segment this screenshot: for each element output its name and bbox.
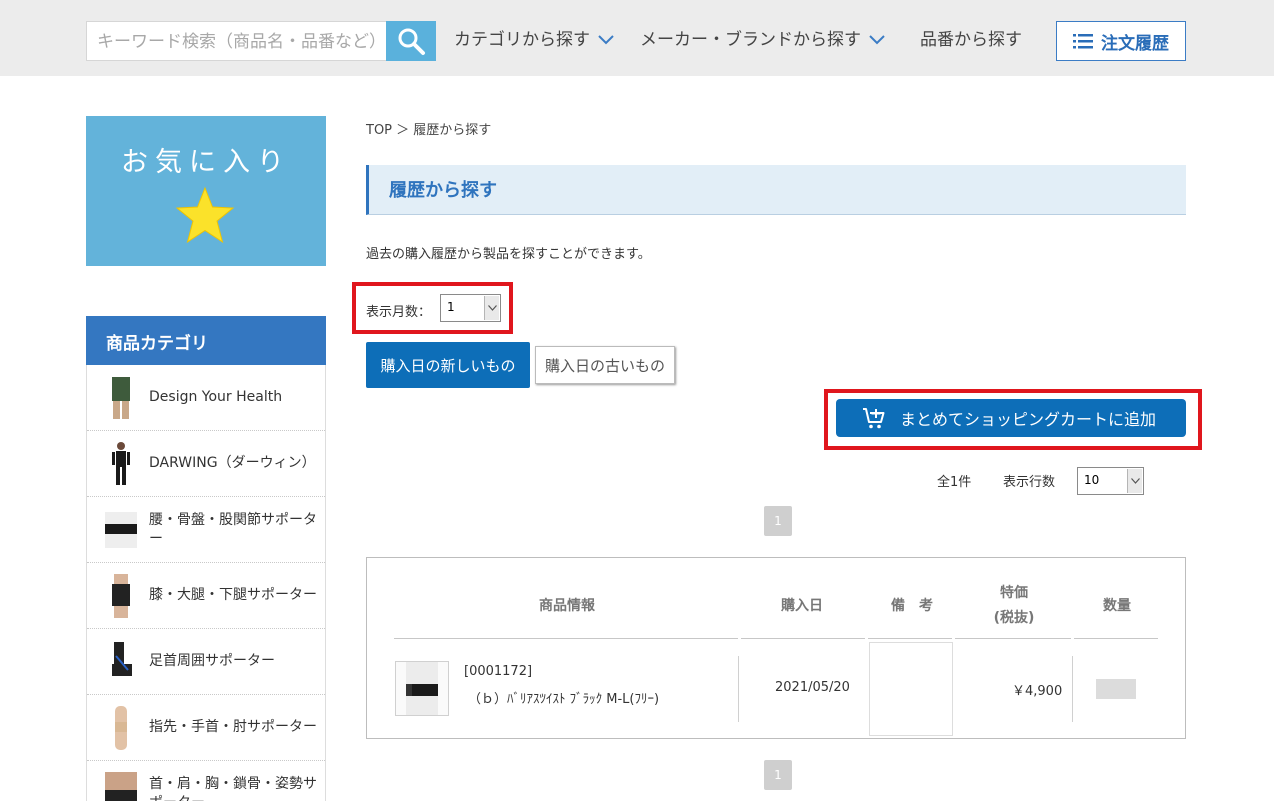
- category-thumbnail: [101, 571, 141, 621]
- category-thumbnail: [101, 373, 141, 423]
- category-thumbnail: [101, 505, 141, 555]
- nav-brand[interactable]: メーカー・ブランドから探す: [640, 28, 885, 52]
- product-thumbnail[interactable]: [395, 661, 449, 716]
- order-history-button[interactable]: 注文履歴: [1056, 21, 1186, 61]
- category-label: 指先・手首・肘サポーター: [149, 719, 317, 735]
- search-button[interactable]: [386, 21, 436, 61]
- chevron-down-icon: [869, 35, 885, 45]
- category-item-ankle[interactable]: 足首周囲サポーター: [87, 629, 325, 695]
- product-name[interactable]: （ｂ）ﾊﾞﾘｱｽﾂｲｽﾄ ﾌﾞﾗｯｸ M-L(ﾌﾘｰ): [468, 688, 659, 707]
- divider: [738, 656, 739, 722]
- rows-per-page-label: 表示行数: [1003, 475, 1056, 490]
- list-icon: [1073, 34, 1093, 49]
- category-label: DARWING（ダーウィン）: [149, 455, 316, 471]
- product-code: [0001172]: [464, 664, 533, 679]
- months-value: 1: [447, 300, 455, 314]
- divider: [1072, 656, 1073, 722]
- header-special-price: 特価: [1000, 585, 1028, 601]
- nav-part-number[interactable]: 品番から探す: [920, 28, 1022, 52]
- pagination-page-1-bottom[interactable]: 1: [764, 760, 792, 790]
- history-table: 商品情報 購入日 備 考 特価 (税抜) 数量 [0001172] （ｂ）ﾊﾞﾘ…: [366, 557, 1186, 739]
- category-thumbnail: [101, 439, 141, 489]
- category-thumbnail: [101, 703, 141, 753]
- header-remarks: 備 考: [891, 598, 933, 614]
- header-product-info: 商品情報: [539, 598, 595, 614]
- category-label: 膝・大腿・下腿サポーター: [149, 587, 317, 603]
- months-label: 表示月数：: [366, 305, 432, 320]
- category-label: 腰・骨盤・股関節サポーター: [149, 511, 317, 547]
- header-special-price-tax: (税抜): [993, 610, 1035, 626]
- category-item-knee[interactable]: 膝・大腿・下腿サポーター: [87, 563, 325, 629]
- remarks-cell: [869, 642, 953, 736]
- dropdown-arrow-icon: [1127, 469, 1142, 493]
- divider: [1074, 638, 1158, 639]
- nav-part-number-label: 品番から探す: [920, 30, 1022, 50]
- quantity-input[interactable]: [1096, 679, 1136, 699]
- category-thumbnail: [101, 769, 141, 801]
- divider: [741, 638, 865, 639]
- purchase-date: 2021/05/20: [775, 680, 850, 695]
- nav-category-label: カテゴリから探す: [454, 30, 590, 50]
- pagination-page-1[interactable]: 1: [764, 506, 792, 536]
- add-all-to-cart-button[interactable]: まとめてショッピングカートに追加: [836, 399, 1186, 437]
- category-item-waist[interactable]: 腰・骨盤・股関節サポーター: [87, 497, 325, 563]
- category-item-design-your-health[interactable]: Design Your Health: [87, 365, 325, 431]
- sort-newest-button[interactable]: 購入日の新しいもの: [366, 342, 530, 388]
- category-item-darwing[interactable]: DARWING（ダーウィン）: [87, 431, 325, 497]
- chevron-down-icon: [598, 35, 614, 45]
- breadcrumb: TOP ＞ 履歴から探す: [366, 123, 492, 138]
- category-label: 足首周囲サポーター: [149, 653, 275, 669]
- header-purchase-date: 購入日: [781, 598, 823, 614]
- category-label: 首・肩・胸・鎖骨・姿勢サポーター: [149, 775, 317, 801]
- sort-oldest-button[interactable]: 購入日の古いもの: [535, 346, 675, 384]
- category-label: Design Your Health: [149, 389, 283, 405]
- total-count: 全1件: [937, 475, 972, 490]
- page-title-bar: 履歴から探す: [366, 165, 1186, 215]
- category-item-wrist[interactable]: 指先・手首・肘サポーター: [87, 695, 325, 761]
- order-history-label: 注文履歴: [1101, 33, 1169, 54]
- divider: [955, 638, 1071, 639]
- category-thumbnail: [101, 637, 141, 687]
- add-to-cart-label: まとめてショッピングカートに追加: [900, 410, 1157, 429]
- divider: [868, 638, 952, 639]
- special-price: ￥4,900: [1012, 684, 1063, 699]
- category-item-neck[interactable]: 首・肩・胸・鎖骨・姿勢サポーター: [87, 761, 325, 801]
- nav-category[interactable]: カテゴリから探す: [454, 28, 614, 52]
- rows-per-page-select[interactable]: 10: [1077, 467, 1144, 495]
- star-icon: [175, 186, 235, 244]
- category-heading: 商品カテゴリ: [86, 316, 326, 365]
- search-input[interactable]: キーワード検索（商品名・品番など）: [86, 21, 386, 61]
- search-icon: [398, 28, 425, 55]
- favorites-title: お気に入り: [121, 147, 291, 178]
- nav-brand-label: メーカー・ブランドから探す: [640, 30, 861, 50]
- months-select[interactable]: 1: [440, 294, 501, 322]
- favorites-banner[interactable]: お気に入り: [86, 116, 326, 266]
- category-list: Design Your Health DARWING（ダーウィン） 腰・骨盤・股…: [86, 365, 326, 801]
- divider: [394, 638, 738, 639]
- page-title: 履歴から探す: [389, 180, 497, 201]
- rows-value: 10: [1084, 473, 1100, 487]
- top-bar: キーワード検索（商品名・品番など） カテゴリから探す メーカー・ブランドから探す…: [0, 0, 1274, 76]
- header-quantity: 数量: [1103, 598, 1131, 614]
- dropdown-arrow-icon: [484, 296, 499, 320]
- cart-plus-icon: [863, 408, 885, 429]
- page-description: 過去の購入履歴から製品を探すことができます。: [366, 247, 651, 262]
